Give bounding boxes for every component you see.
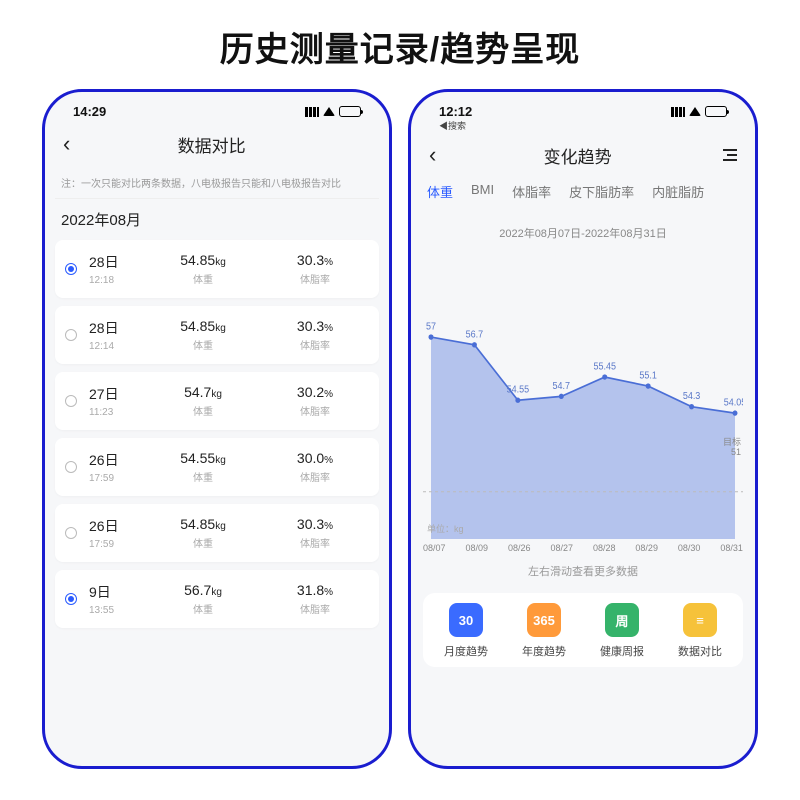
nav-bar: ‹ 变化趋势 [421, 132, 745, 180]
nav-bar: ‹ 数据对比 [55, 121, 379, 169]
signal-icon [305, 107, 319, 117]
page-title: 历史测量记录/趋势呈现 [0, 0, 800, 89]
tab-4[interactable]: 内脏脂肪 [652, 182, 704, 201]
status-time: 14:29 [73, 104, 106, 119]
svg-text:54.3: 54.3 [683, 391, 700, 401]
back-button[interactable]: ‹ [429, 142, 436, 168]
calendar-icon: ≡ [683, 603, 717, 637]
svg-text:55.45: 55.45 [593, 361, 615, 371]
date-col: 28日12:18 [89, 252, 145, 286]
card-label: 年度趋势 [522, 643, 566, 659]
date-col: 9日13:55 [89, 582, 145, 616]
status-bar: 12:12 [421, 100, 745, 121]
weight-metric: 54.55kg体重 [149, 450, 257, 484]
weight-metric: 56.7kg体重 [149, 582, 257, 616]
weight-metric: 54.85kg体重 [149, 252, 257, 286]
svg-text:54.55: 54.55 [507, 384, 529, 394]
status-bar: 14:29 [55, 100, 379, 121]
tab-1[interactable]: BMI [471, 182, 494, 201]
calendar-icon: 365 [527, 603, 561, 637]
fat-metric: 30.3%体脂率 [261, 516, 369, 550]
measurement-row[interactable]: 26日17:5954.85kg体重30.3%体脂率 [55, 504, 379, 562]
x-tick: 08/28 [593, 543, 616, 553]
date-col: 26日17:59 [89, 450, 145, 484]
x-tick: 08/29 [635, 543, 658, 553]
target-value: 51 [731, 447, 741, 457]
x-tick: 08/26 [508, 543, 531, 553]
measurement-row[interactable]: 26日17:5954.55kg体重30.0%体脂率 [55, 438, 379, 496]
svg-text:56.7: 56.7 [466, 329, 483, 339]
card-label: 健康周报 [600, 643, 644, 659]
tab-0[interactable]: 体重 [427, 182, 453, 201]
nav-title: 数据对比 [70, 132, 353, 157]
x-axis: 08/07 08/09 08/26 08/27 08/28 08/29 08/30 08/31 [421, 539, 745, 553]
date-col: 26日17:59 [89, 516, 145, 550]
fat-metric: 30.2%体脂率 [261, 384, 369, 418]
measurement-row[interactable]: 9日13:5556.7kg体重31.8%体脂率 [55, 570, 379, 628]
battery-icon [339, 106, 361, 117]
date-col: 28日12:14 [89, 318, 145, 352]
bottom-card[interactable]: ≡ 数据对比 [678, 603, 722, 659]
search-back-link[interactable]: ◀搜索 [421, 119, 745, 132]
x-tick: 08/09 [465, 543, 488, 553]
x-tick: 08/27 [550, 543, 573, 553]
tab-2[interactable]: 体脂率 [512, 182, 551, 201]
x-tick: 08/07 [423, 543, 446, 553]
bottom-card[interactable]: 周健康周报 [600, 603, 644, 659]
svg-text:57: 57 [426, 321, 436, 331]
wifi-icon [323, 107, 335, 116]
calendar-icon: 周 [605, 603, 639, 637]
radio-select[interactable] [65, 395, 77, 407]
compare-note: 注：一次只能对比两条数据，八电极报告只能和八电极报告对比 [55, 169, 379, 199]
x-tick: 08/31 [720, 543, 743, 553]
radio-select[interactable] [65, 461, 77, 473]
measurement-row[interactable]: 28日12:1854.85kg体重30.3%体脂率 [55, 240, 379, 298]
status-icons [671, 106, 727, 117]
date-range: 2022年08月07日-2022年08月31日 [421, 201, 745, 249]
nav-title: 变化趋势 [436, 143, 719, 168]
x-tick: 08/30 [678, 543, 701, 553]
fat-metric: 30.3%体脂率 [261, 252, 369, 286]
battery-icon [705, 106, 727, 117]
card-label: 数据对比 [678, 643, 722, 659]
menu-icon[interactable] [719, 149, 737, 161]
month-header: 2022年08月 [55, 199, 379, 240]
signal-icon [671, 107, 685, 117]
radio-select[interactable] [65, 527, 77, 539]
weight-metric: 54.7kg体重 [149, 384, 257, 418]
calendar-icon: 30 [449, 603, 483, 637]
measurement-row[interactable]: 27日11:2354.7kg体重30.2%体脂率 [55, 372, 379, 430]
status-time: 12:12 [439, 104, 472, 119]
tab-3[interactable]: 皮下脂肪率 [569, 182, 634, 201]
scroll-hint: 左右滑动查看更多数据 [421, 553, 745, 593]
trend-chart[interactable]: 5756.754.5554.755.4555.154.354.05 单位：kg … [423, 249, 743, 539]
metric-tabs: 体重 BMI 体脂率皮下脂肪率内脏脂肪 [421, 180, 745, 201]
card-label: 月度趋势 [444, 643, 488, 659]
svg-text:55.1: 55.1 [639, 370, 656, 380]
fat-metric: 31.8%体脂率 [261, 582, 369, 616]
status-icons [305, 106, 361, 117]
radio-select[interactable] [65, 593, 77, 605]
bottom-cards: 30 月度趋势 365 年度趋势 周健康周报 ≡ 数据对比 [423, 593, 743, 667]
date-col: 27日11:23 [89, 384, 145, 418]
radio-select[interactable] [65, 263, 77, 275]
fat-metric: 30.3%体脂率 [261, 318, 369, 352]
bottom-card[interactable]: 365 年度趋势 [522, 603, 566, 659]
weight-metric: 54.85kg体重 [149, 516, 257, 550]
svg-text:54.05: 54.05 [724, 397, 743, 407]
wifi-icon [689, 107, 701, 116]
measurement-row[interactable]: 28日12:1454.85kg体重30.3%体脂率 [55, 306, 379, 364]
fat-metric: 30.0%体脂率 [261, 450, 369, 484]
measurement-list: 28日12:1854.85kg体重30.3%体脂率28日12:1454.85kg… [55, 240, 379, 628]
radio-select[interactable] [65, 329, 77, 341]
phone-trend: 12:12 ◀搜索 ‹ 变化趋势 体重 BMI 体脂率皮下脂肪率内脏脂肪 2022年… [408, 89, 758, 769]
bottom-card[interactable]: 30 月度趋势 [444, 603, 488, 659]
weight-metric: 54.85kg体重 [149, 318, 257, 352]
chart-unit: 单位：kg [427, 522, 464, 535]
back-button[interactable]: ‹ [63, 131, 70, 157]
svg-text:54.7: 54.7 [553, 381, 570, 391]
phone-compare: 14:29 ‹ 数据对比 注：一次只能对比两条数据，八电极报告只能和八电极报告对… [42, 89, 392, 769]
